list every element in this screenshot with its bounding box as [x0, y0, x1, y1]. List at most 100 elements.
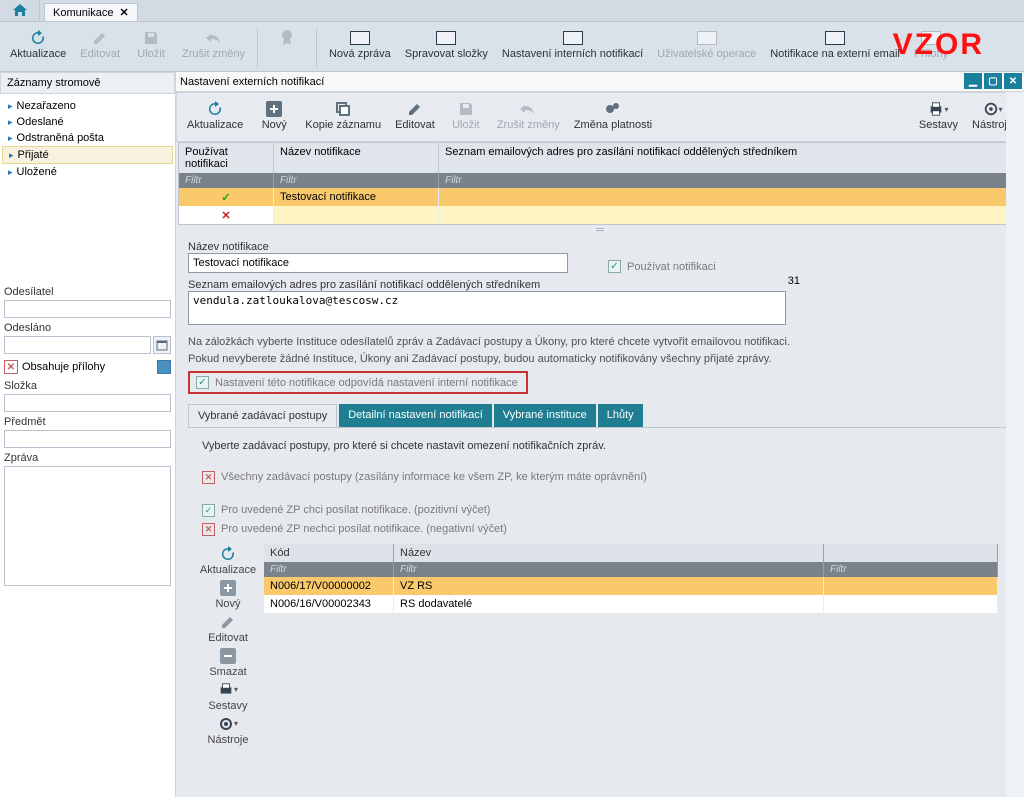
sg-filter-nazev[interactable]: Filtr [394, 562, 824, 577]
tab-instituce[interactable]: Vybrané instituce [494, 404, 596, 427]
tree-item-ulozene[interactable]: ▸Uložené [2, 164, 173, 180]
pouzivat-checkbox[interactable]: ✓ [608, 260, 621, 273]
slozka-field: Složka [0, 378, 175, 414]
editovat-button[interactable]: Editovat [74, 26, 126, 62]
tree-title: Záznamy stromově [0, 72, 175, 94]
tab-intro: Vyberte zadávací postupy, pro které si c… [202, 438, 998, 455]
sub-novy-button[interactable]: Nový [251, 97, 297, 133]
opt-vsechny[interactable]: ✕ Všechny zadávací postupy (zasílány inf… [202, 471, 998, 484]
tab-komunikace[interactable]: Komunikace ✕ [44, 3, 138, 21]
tree-item-odstranena[interactable]: ▸Odstraněná pošta [2, 130, 173, 146]
cell-name: Testovací notifikace [274, 188, 439, 206]
gears-icon [603, 99, 623, 119]
sub-zrusit-button[interactable]: Zrušit změny [491, 97, 566, 133]
sub-toolbar: Aktualizace Nový Kopie záznamu Editovat … [176, 92, 1024, 142]
save-icon [456, 99, 476, 119]
notifications-grid: Používat notifikaci Název notifikace Sez… [178, 142, 1022, 225]
filter-col3[interactable]: Filtr [439, 173, 1021, 188]
sub-zmena-button[interactable]: Změna platnosti [568, 97, 658, 133]
tree-item-odeslane[interactable]: ▸Odeslané [2, 114, 173, 130]
tree-item-prijate[interactable]: ▸Přijaté [2, 146, 173, 164]
sub-ulozit-button[interactable]: Uložit [443, 97, 489, 133]
refresh-icon [28, 28, 48, 48]
grid-row[interactable]: ✕ [179, 206, 1021, 224]
form-area: Název notifikace ✓ Používat notifikaci S… [176, 235, 1024, 762]
cell-emails [439, 188, 1021, 206]
sg-row[interactable]: N006/17/V00000002 VZ RS [264, 577, 998, 595]
gear-icon: ▾ [983, 99, 1003, 119]
max-button[interactable]: ▢ [984, 73, 1002, 89]
tab-lhuty[interactable]: Lhůty [598, 404, 643, 427]
close-icon[interactable]: ✕ [120, 6, 129, 19]
copy-icon [333, 99, 353, 119]
grid-resizer[interactable]: ═ [176, 225, 1024, 235]
cell-use: ✕ [179, 206, 274, 224]
sg-cell-nazev: VZ RS [394, 577, 824, 595]
sub-editovat-button[interactable]: Editovat [389, 97, 441, 133]
opt-negativni[interactable]: ✕ Pro uvedené ZP nechci posílat notifika… [202, 523, 998, 536]
interni-notif-button[interactable]: Nastavení interních notifikací [496, 26, 649, 62]
zprava-field: Zpráva [0, 450, 175, 797]
nova-zprava-button[interactable]: Nová zpráva [323, 26, 397, 62]
sg-row[interactable]: N006/16/V00002343 RS dodavatelé [264, 595, 998, 613]
emails-input[interactable] [188, 291, 786, 325]
new-icon [218, 578, 238, 598]
mail-icon [697, 28, 717, 48]
filter-col1[interactable]: Filtr [179, 173, 274, 188]
close-button[interactable]: ✕ [1004, 73, 1022, 89]
aktualizace-button[interactable]: Aktualizace [4, 26, 72, 62]
opt-pozitivni[interactable]: ✓ Pro uvedené ZP chci posílat notifikace… [202, 504, 998, 517]
checkbox-unchecked-icon[interactable]: ✕ [4, 360, 18, 374]
tab-vybrane-postupy[interactable]: Vybrané zadávací postupy [188, 404, 337, 427]
sub-sestavy-button[interactable]: ▾ Sestavy [913, 97, 964, 133]
home-tab[interactable] [0, 0, 40, 21]
nazev-input[interactable] [188, 253, 568, 273]
col-pouzivat[interactable]: Používat notifikaci [179, 143, 274, 173]
ext-notif-button[interactable]: Notifikace na externí email [764, 26, 906, 62]
slozka-input[interactable] [4, 394, 171, 412]
help-text-2: Pokud nevyberete žádné Instituce, Úkony … [188, 351, 1012, 368]
tab-label: Komunikace [53, 7, 114, 19]
tree-item-nezarazeno[interactable]: ▸Nezařazeno [2, 98, 173, 114]
sa-editovat[interactable]: Editovat [208, 612, 248, 644]
sa-novy[interactable]: Nový [215, 578, 240, 610]
grid-row[interactable]: ✓ Testovací notifikace [179, 188, 1021, 206]
filter-col2[interactable]: Filtr [274, 173, 439, 188]
min-button[interactable]: ▁ [964, 73, 982, 89]
predmet-input[interactable] [4, 430, 171, 448]
calendar-icon[interactable] [153, 336, 171, 354]
odesilatel-input[interactable] [4, 300, 171, 318]
edit-icon [218, 612, 238, 632]
grid-header: Používat notifikaci Název notifikace Sez… [179, 143, 1021, 173]
spravovat-slozky-button[interactable]: Spravovat složky [399, 26, 494, 62]
sg-filter-3[interactable]: Filtr [824, 562, 998, 577]
uziv-op-button[interactable]: Uživatelské operace [651, 26, 762, 62]
badge-button [264, 26, 310, 50]
mail-icon [436, 28, 456, 48]
tab-detailni[interactable]: Detailní nastavení notifikací [339, 404, 492, 427]
zrusit-button[interactable]: Zrušit změny [176, 26, 251, 62]
chevron-right-icon: ▸ [8, 117, 13, 128]
chevron-right-icon: ▸ [8, 133, 13, 144]
main-toolbar: Aktualizace Editovat Uložit Zrušit změny… [0, 22, 1024, 72]
ulozit-button[interactable]: Uložit [128, 26, 174, 62]
delete-icon [218, 646, 238, 666]
sa-aktualizace[interactable]: Aktualizace [200, 544, 256, 576]
sub-aktualizace-button[interactable]: Aktualizace [181, 97, 249, 133]
col-nazev[interactable]: Název notifikace [274, 143, 439, 173]
sg-filter-kod[interactable]: Filtr [264, 562, 394, 577]
scrollbar[interactable] [1006, 92, 1024, 797]
sg-col-kod[interactable]: Kód [264, 544, 394, 562]
sa-smazat[interactable]: Smazat [209, 646, 246, 678]
sa-nastroje[interactable]: ▾Nástroje [208, 714, 249, 746]
expand-box[interactable] [157, 360, 171, 374]
sub-kopie-button[interactable]: Kopie záznamu [299, 97, 387, 133]
sa-sestavy[interactable]: ▾Sestavy [208, 680, 247, 712]
help-text-1: Na záložkách vyberte Instituce odesílate… [188, 334, 1012, 351]
odeslano-input[interactable] [4, 336, 151, 354]
zprava-input[interactable] [4, 466, 171, 586]
sg-col-nazev[interactable]: Název [394, 544, 824, 562]
col-emails[interactable]: Seznam emailových adres pro zasílání not… [439, 143, 1021, 173]
interni-checkbox[interactable]: ✓ [196, 376, 209, 389]
zp-subgrid: Kód Název Filtr Filtr Filtr N006/17/V000… [264, 544, 998, 746]
